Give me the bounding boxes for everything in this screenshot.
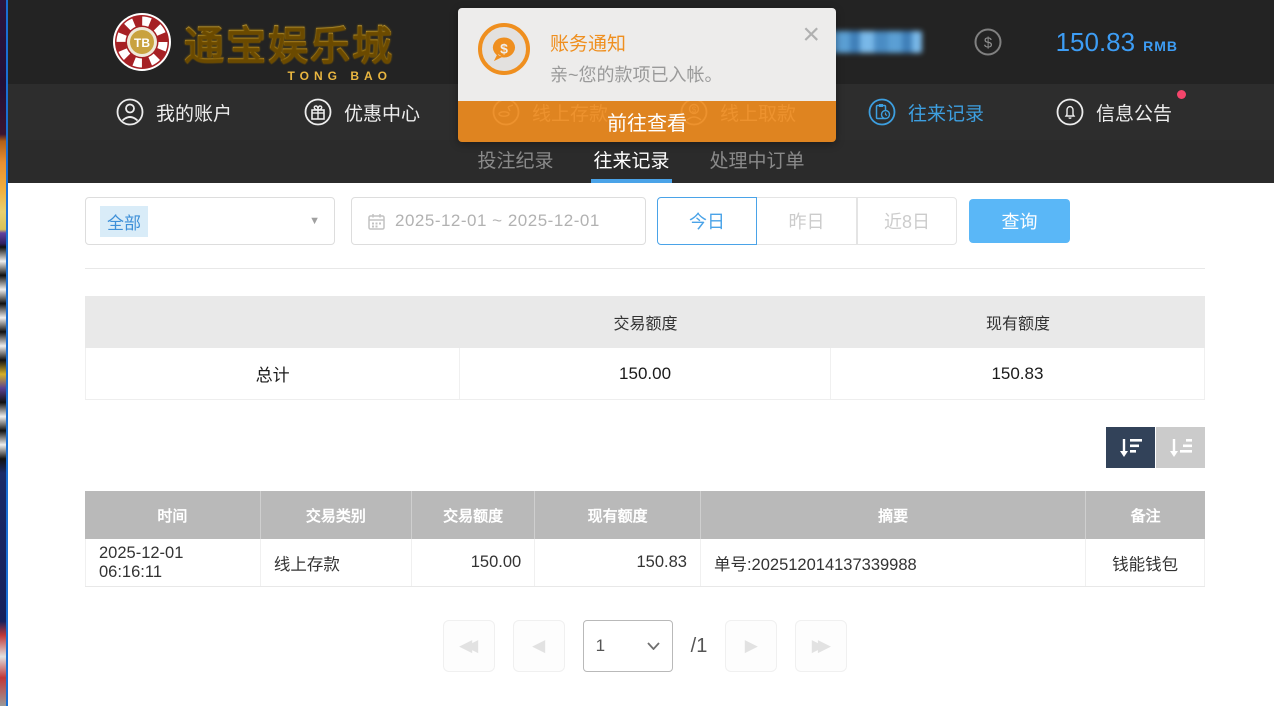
gift-icon: [304, 98, 332, 126]
cell-remark: 钱能钱包: [1086, 539, 1205, 586]
brand-subname: TONG BAO: [288, 69, 392, 83]
svg-text:TB: TB: [134, 36, 150, 50]
nav-announcements-label: 信息公告: [1096, 104, 1172, 125]
filter-row: 全部 ▼ 2025-12-01 ~ 2025-: [85, 197, 1205, 245]
first-page-button[interactable]: ◀◀: [443, 620, 495, 672]
records-icon: [868, 98, 896, 126]
notification-message: 亲~您的款项已入帐。: [550, 61, 723, 87]
summary-header-transaction: 交易额度: [460, 296, 831, 348]
summary-header-empty: [85, 296, 460, 348]
summary-total-balance: 150.83: [831, 348, 1205, 399]
cell-balance: 150.83: [535, 539, 701, 586]
summary-table: 交易额度 现有额度 总计 150.00 150.83: [85, 296, 1205, 400]
page: TB 通宝娱乐城 TONG BAO $ 150.83 RMB: [0, 0, 1274, 706]
sort-controls: [85, 427, 1205, 468]
cell-time: 2025-12-01 06:16:11: [85, 539, 261, 586]
nav-item-announcements[interactable]: 信息公告: [1056, 98, 1244, 126]
quick-yesterday-button[interactable]: 昨日: [757, 197, 857, 245]
last-page-button[interactable]: ▶▶: [795, 620, 847, 672]
section-divider: [85, 268, 1205, 269]
brand-logo[interactable]: TB 通宝娱乐城 TONG BAO: [110, 10, 394, 74]
sort-ascending-icon: [1168, 437, 1194, 459]
nav-item-my-account[interactable]: 我的账户: [116, 98, 304, 126]
close-icon[interactable]: ×: [802, 20, 820, 50]
quick-date-group: 今日 昨日 近8日: [657, 197, 957, 245]
sort-descending-icon: [1118, 437, 1144, 459]
quick-last8days-button[interactable]: 近8日: [857, 197, 957, 245]
main-content: 全部 ▼ 2025-12-01 ~ 2025-: [8, 183, 1274, 706]
col-header-remark: 备注: [1086, 491, 1205, 539]
tab-transaction-records[interactable]: 往来记录: [591, 140, 671, 183]
notification-popup: $ 账务通知 亲~您的款项已入帐。 × 前往查看: [458, 8, 836, 142]
records-tabbar: 投注纪录 往来记录 处理中订单: [8, 140, 1274, 183]
date-range-value: 2025-12-01 ~ 2025-12-01: [395, 211, 600, 231]
summary-header-balance: 现有额度: [831, 296, 1205, 348]
summary-total-label: 总计: [85, 348, 460, 399]
svg-text:$: $: [983, 35, 992, 52]
col-header-summary: 摘要: [701, 491, 1086, 539]
cell-type: 线上存款: [261, 539, 412, 586]
col-header-amount: 交易额度: [412, 491, 535, 539]
notification-dot: [1177, 90, 1186, 99]
table-header-row: 时间 交易类别 交易额度 现有额度 摘要 备注: [85, 491, 1205, 539]
quick-today-button[interactable]: 今日: [657, 197, 757, 245]
money-message-icon: $: [478, 23, 530, 75]
tab-betting-records[interactable]: 投注纪录: [475, 140, 555, 183]
chevron-down-icon: ▼: [309, 215, 320, 227]
col-header-time: 时间: [85, 491, 261, 539]
calendar-icon: [368, 213, 385, 230]
col-header-type: 交易类别: [261, 491, 412, 539]
balance-display[interactable]: 150.83 RMB: [1056, 27, 1178, 58]
brand-name: 通宝娱乐城: [184, 13, 394, 71]
casino-chip-icon: TB: [110, 10, 174, 74]
underlying-page-sliver: [0, 0, 8, 706]
notification-body: $ 账务通知 亲~您的款项已入帐。 ×: [458, 8, 836, 101]
notification-action-button[interactable]: 前往查看: [458, 101, 836, 142]
user-icon: [116, 98, 144, 126]
search-button[interactable]: 查询: [969, 199, 1070, 243]
date-range-input[interactable]: 2025-12-01 ~ 2025-12-01: [351, 197, 646, 245]
balance-dollar-icon: $: [974, 28, 1002, 56]
summary-total-transaction: 150.00: [460, 348, 831, 399]
summary-total-row: 总计 150.00 150.83: [85, 348, 1205, 400]
nav-item-records[interactable]: 往来记录: [868, 98, 1056, 126]
category-select[interactable]: 全部 ▼: [85, 197, 335, 245]
page-select-value: 1: [596, 636, 605, 656]
page-total-label: /1: [691, 635, 708, 658]
cell-amount: 150.00: [412, 539, 535, 586]
col-header-balance: 现有额度: [535, 491, 701, 539]
transactions-table: 时间 交易类别 交易额度 现有额度 摘要 备注 2025-12-01 06:16…: [85, 491, 1205, 587]
bell-icon: [1056, 98, 1084, 126]
page-select[interactable]: 1: [583, 620, 673, 672]
cell-summary: 单号:202512014137339988: [701, 539, 1086, 586]
tab-pending-orders[interactable]: 处理中订单: [708, 140, 807, 183]
balance-amount: 150.83: [1056, 27, 1136, 58]
sort-descending-button[interactable]: [1106, 427, 1155, 468]
chevron-down-icon: [647, 642, 660, 650]
brand-wordmark: 通宝娱乐城 TONG BAO: [184, 13, 394, 71]
sort-ascending-button[interactable]: [1156, 427, 1205, 468]
svg-text:$: $: [500, 41, 508, 57]
summary-header-row: 交易额度 现有额度: [85, 296, 1205, 348]
pagination: ◀◀ ◀ 1 /1 ▶ ▶▶: [85, 620, 1205, 672]
next-page-button[interactable]: ▶: [725, 620, 777, 672]
prev-page-button[interactable]: ◀: [513, 620, 565, 672]
notification-title: 账务通知: [550, 29, 626, 56]
balance-currency: RMB: [1143, 38, 1178, 54]
table-row: 2025-12-01 06:16:11 线上存款 150.00 150.83 单…: [85, 539, 1205, 587]
category-selected-value: 全部: [100, 206, 148, 237]
